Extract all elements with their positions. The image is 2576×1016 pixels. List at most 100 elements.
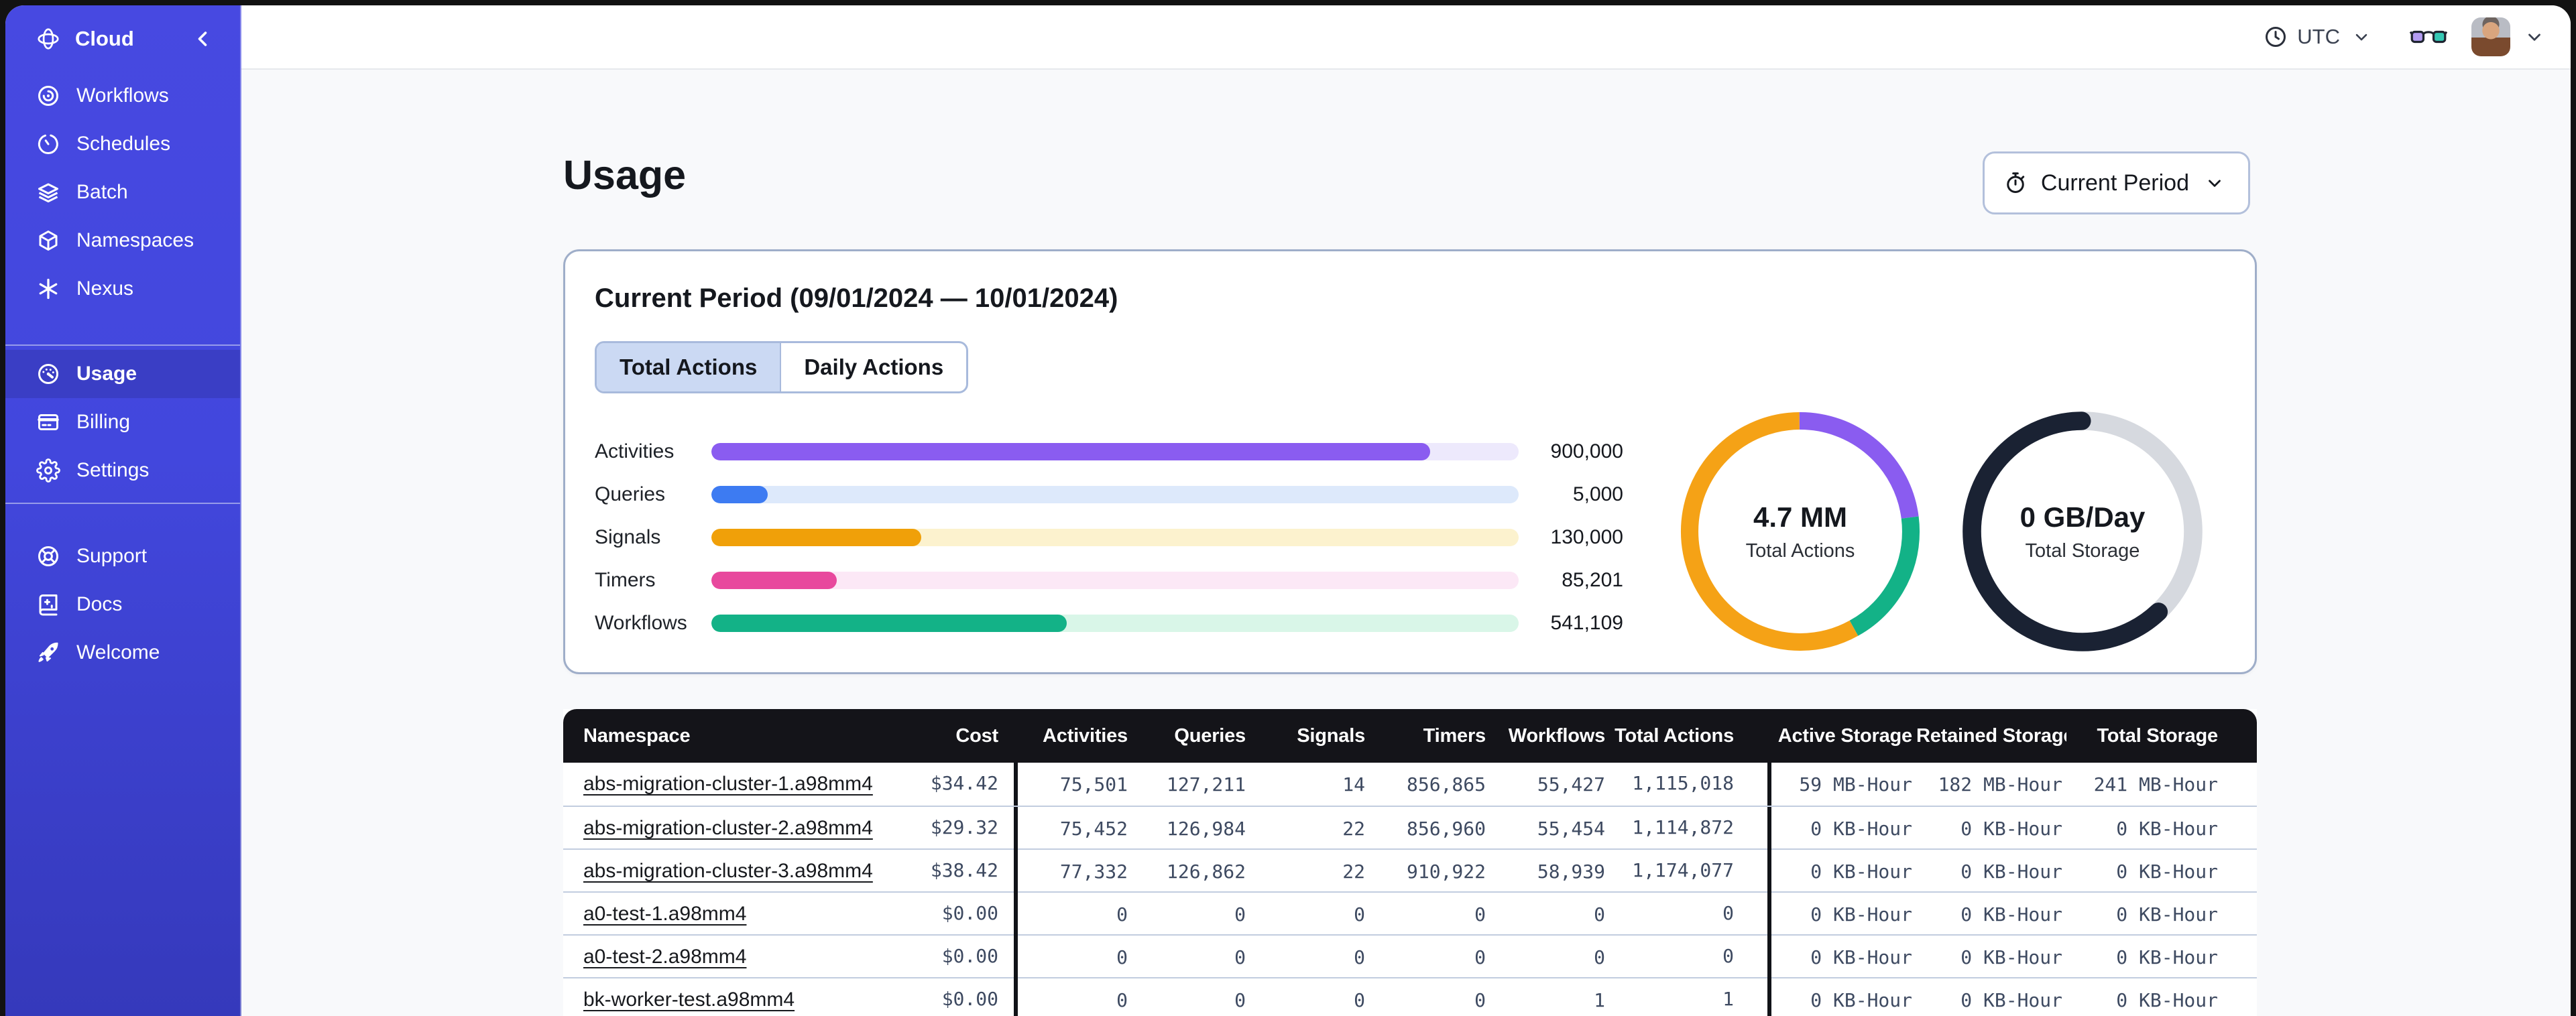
- feedback-glasses-icon[interactable]: [2410, 27, 2447, 47]
- sidebar-item-label: Welcome: [76, 641, 160, 663]
- table-cell: 0 KB-Hour: [2116, 860, 2218, 883]
- table-cell: 0: [1474, 903, 1486, 926]
- table-cell: 0: [1594, 946, 1605, 968]
- table-cell: 0 KB-Hour: [2116, 903, 2218, 926]
- table-cell: 0 KB-Hour: [1960, 903, 2062, 926]
- namespace-link[interactable]: abs-migration-cluster-3.a98mm4: [583, 860, 873, 882]
- sidebar-item-welcome[interactable]: Welcome: [5, 629, 240, 677]
- table-cell: 0: [1609, 936, 1771, 978]
- table-cell: 0 KB-Hour: [2116, 989, 2218, 1011]
- bar-row-workflows: Workflows 541,109: [595, 602, 1653, 645]
- table-cell: 0: [1594, 903, 1605, 926]
- namespace-link[interactable]: bk-worker-test.a98mm4: [583, 989, 795, 1011]
- bar-track: [711, 486, 1519, 503]
- sidebar-item-usage[interactable]: Usage: [5, 350, 240, 398]
- namespace-cell: abs-migration-cluster-2.a98mm4: [563, 817, 898, 840]
- sidebar-item-label: Namespaces: [76, 229, 194, 251]
- table-cell: 0: [1234, 946, 1246, 968]
- donut-value: 4.7 MM: [1753, 501, 1848, 533]
- tab-total-actions[interactable]: Total Actions: [597, 343, 780, 391]
- sidebar-item-label: Billing: [76, 411, 131, 433]
- table-cell: 1,114,872: [1609, 807, 1771, 850]
- namespace-usage-table: Namespace Cost Activities Queries Signal…: [563, 709, 2257, 1016]
- timezone-selector[interactable]: UTC: [2262, 23, 2375, 50]
- bar-track: [711, 615, 1519, 632]
- donut-label: Total Actions: [1745, 539, 1855, 562]
- table-cell: 1: [1594, 989, 1605, 1011]
- bar-fill: [711, 572, 837, 589]
- bar-track: [711, 443, 1519, 460]
- table-cell: 0: [1474, 989, 1486, 1011]
- table-cell: 910,922: [1406, 860, 1486, 883]
- namespace-link[interactable]: a0-test-1.a98mm4: [583, 903, 746, 925]
- table-body: abs-migration-cluster-1.a98mm4 $34.42 75,5…: [563, 763, 2257, 1016]
- table-cell: 0: [1234, 989, 1246, 1011]
- table-cell: 0: [1116, 989, 1128, 1011]
- table-cell: 126,984: [1166, 817, 1246, 840]
- namespace-link[interactable]: abs-migration-cluster-2.a98mm4: [583, 817, 873, 839]
- table-cell: 59 MB-Hour: [1799, 773, 1912, 796]
- bar-track: [711, 529, 1519, 546]
- table-cell: 1: [1609, 978, 1771, 1016]
- bar-value: 85,201: [1562, 569, 1623, 591]
- table-cell: 55,427: [1537, 773, 1605, 796]
- topbar: UTC: [241, 5, 2571, 70]
- table-cell: 0: [1474, 946, 1486, 968]
- sidebar-divider: [5, 344, 240, 346]
- brand-label: Cloud: [75, 27, 134, 50]
- sidebar-item-batch[interactable]: Batch: [5, 168, 240, 216]
- table-cell: 22: [1342, 860, 1365, 883]
- column-header: Retained Storage: [1916, 724, 2066, 747]
- table-cell: 22: [1342, 817, 1365, 840]
- table-cell: 77,332: [1059, 860, 1128, 883]
- table-cell: $0.00: [898, 978, 1018, 1016]
- welcome-rocket-icon: [35, 639, 62, 666]
- period-selector-button[interactable]: Current Period: [1982, 151, 2250, 214]
- bar-label: Workflows: [595, 612, 687, 634]
- card-title: Current Period (09/01/2024 — 10/01/2024): [595, 283, 1118, 313]
- table-cell: 1,115,018: [1609, 763, 1771, 806]
- namespace-cell: a0-test-1.a98mm4: [563, 903, 898, 926]
- workflows-icon: [35, 82, 62, 109]
- bar-fill: [711, 529, 922, 546]
- sidebar-item-billing[interactable]: Billing: [5, 398, 240, 446]
- table-cell: $0.00: [898, 936, 1018, 978]
- clock-icon: [2262, 23, 2289, 50]
- table-cell: 75,501: [1059, 773, 1128, 796]
- column-header: Timers: [1423, 724, 1486, 747]
- chevron-down-icon: [2201, 170, 2228, 196]
- tab-daily-actions[interactable]: Daily Actions: [780, 343, 966, 391]
- brand-row: Cloud: [5, 5, 240, 72]
- sidebar-collapse-button[interactable]: [189, 25, 216, 52]
- sidebar-item-support[interactable]: Support: [5, 532, 240, 580]
- bar-row-signals: Signals 130,000: [595, 516, 1653, 559]
- actions-tab-group: Total Actions Daily Actions: [595, 341, 969, 393]
- sidebar-item-namespaces[interactable]: Namespaces: [5, 216, 240, 265]
- bar-fill: [711, 615, 1067, 632]
- bar-value: 541,109: [1550, 612, 1623, 634]
- sidebar-item-settings[interactable]: Settings: [5, 446, 240, 495]
- column-header: Total Storage: [2097, 724, 2218, 747]
- sidebar-item-workflows[interactable]: Workflows: [5, 72, 240, 120]
- column-header: Namespace: [583, 724, 691, 747]
- support-lifebuoy-icon: [35, 543, 62, 570]
- user-menu-chevron-down-icon[interactable]: [2521, 23, 2548, 50]
- app-window: Cloud Workflows Schedules Batch Namespac…: [5, 5, 2571, 1016]
- namespace-link[interactable]: abs-migration-cluster-1.a98mm4: [583, 773, 873, 795]
- table-cell: 241 MB-Hour: [2093, 773, 2218, 796]
- temporal-orbit-icon: [35, 25, 62, 52]
- sidebar-item-schedules[interactable]: Schedules: [5, 120, 240, 168]
- page-title: Usage: [563, 152, 687, 198]
- chevron-down-icon: [2348, 23, 2375, 50]
- sidebar-item-label: Batch: [76, 181, 128, 203]
- table-row: abs-migration-cluster-3.a98mm4 $38.42 77,3…: [563, 848, 2257, 893]
- donut-center: 0 GB/Day Total Storage: [1962, 411, 2203, 652]
- sidebar-item-nexus[interactable]: Nexus: [5, 265, 240, 313]
- user-avatar[interactable]: [2471, 17, 2510, 56]
- table-cell: 0: [1609, 893, 1771, 936]
- bar-row-activities: Activities 900,000: [595, 430, 1653, 473]
- bar-value: 900,000: [1550, 440, 1623, 462]
- namespace-link[interactable]: a0-test-2.a98mm4: [583, 946, 746, 968]
- sidebar-item-docs[interactable]: Docs: [5, 580, 240, 629]
- sidebar: Cloud Workflows Schedules Batch Namespac…: [5, 5, 241, 1016]
